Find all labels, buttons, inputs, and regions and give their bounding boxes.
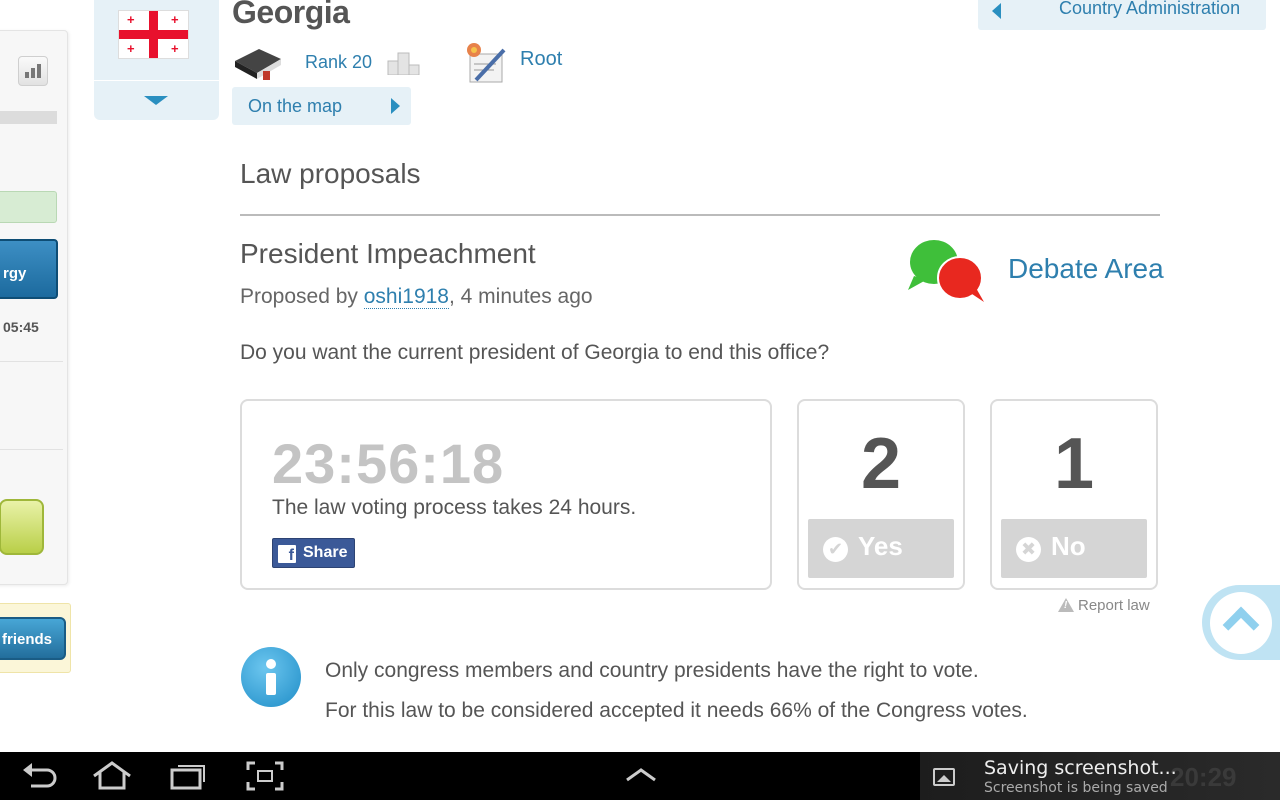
home-button[interactable] <box>82 752 142 800</box>
notification-title: Saving screenshot... <box>984 757 1177 779</box>
vote-yes-button[interactable]: ✔ Yes <box>808 519 954 578</box>
proposed-suffix: , 4 minutes ago <box>449 285 593 308</box>
divider <box>240 214 1160 216</box>
country-administration-button[interactable]: Country Administration <box>978 0 1266 30</box>
chevron-right-icon <box>391 98 400 114</box>
invite-friends-button[interactable]: friends <box>0 617 66 660</box>
recent-apps-button[interactable] <box>158 752 218 800</box>
scroll-to-top-button[interactable] <box>1202 585 1280 660</box>
rank-link[interactable]: Rank 20 <box>305 52 372 73</box>
share-label: Share <box>303 544 348 561</box>
chevron-down-icon[interactable] <box>144 96 168 105</box>
stats-icon[interactable] <box>18 56 48 86</box>
debate-area-link[interactable]: Debate Area <box>1008 253 1164 285</box>
back-button[interactable] <box>9 752 69 800</box>
sidebar-green-bar <box>0 191 57 223</box>
yes-vote-panel: 2 ✔ Yes <box>797 399 965 590</box>
back-icon <box>23 763 57 788</box>
proposed-prefix: Proposed by <box>240 285 364 308</box>
home-icon <box>93 761 131 790</box>
root-link[interactable]: Root <box>520 48 562 71</box>
status-clock: 20:29 <box>1170 762 1237 792</box>
friends-label: friends <box>2 631 53 648</box>
yes-label: Yes <box>858 531 903 561</box>
screenshot-button[interactable] <box>235 752 295 800</box>
info-text-line2: For this law to be considered accepted i… <box>325 699 1028 722</box>
notification-text: Screenshot is being saved <box>984 780 1168 796</box>
facebook-share-button[interactable]: f Share <box>272 538 355 568</box>
on-the-map-button[interactable]: On the map <box>232 87 411 125</box>
check-icon: ✔ <box>823 537 848 562</box>
chevron-left-icon <box>992 3 1001 19</box>
screenshot-icon <box>246 761 284 791</box>
image-icon <box>933 768 955 786</box>
energy-label: rgy <box>3 265 27 282</box>
scroll-top-icon <box>1222 606 1260 644</box>
timer-note: The law voting process takes 24 hours. <box>272 496 637 519</box>
debate-icon[interactable] <box>906 238 988 306</box>
show-menu-button[interactable] <box>611 752 671 800</box>
friends-panel: friends <box>0 603 71 673</box>
country-flag-panel: + + + + <box>94 0 219 120</box>
left-sidebar: rgy 05:45 <box>0 30 68 585</box>
voting-timer: 23:56:18 <box>272 432 505 495</box>
georgia-flag: + + + + <box>118 10 189 59</box>
section-title: Law proposals <box>240 158 421 189</box>
book-icon <box>235 49 281 80</box>
law-question: Do you want the current president of Geo… <box>240 341 830 364</box>
proposed-by: Proposed by oshi1918, 4 minutes ago <box>240 285 593 309</box>
vote-no-button[interactable]: ✖ No <box>1001 519 1147 578</box>
system-navigation-bar: 20:29 Saving screenshot... Screenshot is… <box>0 752 1280 800</box>
divider <box>0 449 63 450</box>
warning-icon <box>1058 598 1074 612</box>
yes-count: 2 <box>860 424 902 504</box>
sidebar-progress-bar <box>0 111 57 124</box>
energy-button[interactable]: rgy <box>0 239 58 299</box>
screenshot-notification[interactable]: 20:29 Saving screenshot... Screenshot is… <box>920 752 1280 800</box>
no-count: 1 <box>1053 424 1095 504</box>
handshake-icon[interactable] <box>0 499 44 555</box>
facebook-icon: f <box>278 545 296 564</box>
cross-icon: ✖ <box>1016 537 1041 562</box>
on-the-map-label: On the map <box>248 96 343 116</box>
info-text-line1: Only congress members and country presid… <box>325 659 979 682</box>
divider <box>0 361 63 362</box>
country-name: Georgia <box>232 0 350 30</box>
recent-apps-icon <box>170 765 205 790</box>
no-label: No <box>1051 531 1086 561</box>
info-icon <box>241 647 301 707</box>
root-icon <box>467 43 506 83</box>
up-arrow-icon <box>626 768 656 782</box>
proposer-link[interactable]: oshi1918 <box>363 285 449 309</box>
report-law-link[interactable]: Report law <box>1058 597 1150 614</box>
country-administration-label: Country Administration <box>1059 0 1241 18</box>
voting-timer-panel: 23:56:18 The law voting process takes 24… <box>240 399 772 590</box>
report-law-label: Report law <box>1078 597 1150 614</box>
law-title: President Impeachment <box>240 238 536 269</box>
sidebar-time: 05:45 <box>3 319 39 335</box>
no-vote-panel: 1 ✖ No <box>990 399 1158 590</box>
podium-icon <box>387 52 420 75</box>
